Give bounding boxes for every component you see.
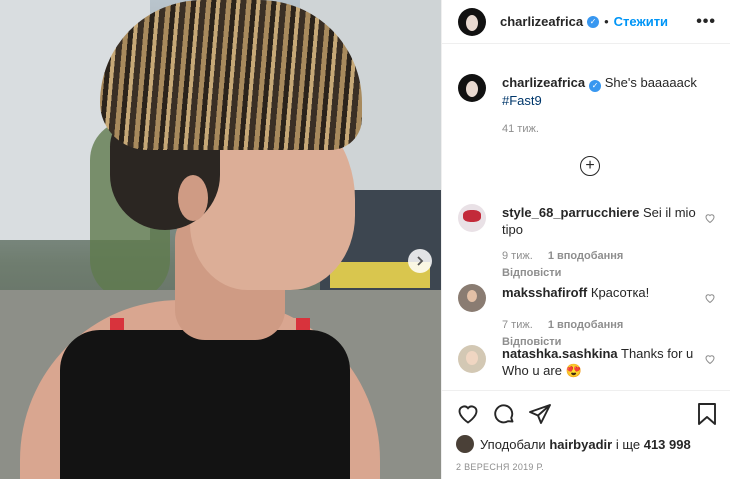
like-heart-icon[interactable] [456,402,480,426]
comment-row: style_68_parrucchiere Sei il mio tipo 9 … [442,204,730,282]
comment-time[interactable]: 9 тиж. [502,250,533,262]
hashtag-link[interactable]: #Fast9 [502,93,542,108]
reply-button[interactable]: Відповісти [502,267,561,279]
caption-body: charlizeafrica ✓ She's baaaaack #Fast9 41… [502,74,702,138]
share-paper-plane-icon[interactable] [528,402,552,426]
comment-username[interactable]: natashka.sashkina [502,346,618,361]
subject-ear [178,175,208,221]
comment-body: maksshafiroff Красотка! 7 тиж. 1 вподоба… [502,284,702,351]
more-options-icon[interactable]: ••• [696,13,716,31]
bookmark-icon[interactable] [696,402,718,426]
post-date[interactable]: 2 ВЕРЕСНЯ 2019 Р. [456,462,718,472]
subject-hair [100,0,362,150]
likes-summary: Уподобали hairbyadir і ще 413 998 [456,435,718,453]
caption-username[interactable]: charlizeafrica [502,75,585,90]
comment-row: maksshafiroff Красотка! 7 тиж. 1 вподоба… [442,284,730,351]
chevron-right-icon [417,256,424,266]
comment-time[interactable]: 7 тиж. [502,319,533,331]
verified-badge-icon: ✓ [589,79,602,92]
post-sidebar: charlizeafrica ✓ • Стежити ••• charlizea… [441,0,730,479]
load-more-comments-button[interactable]: + [580,156,600,176]
action-icons [456,401,718,427]
post-actions: Уподобали hairbyadir і ще 413 998 2 ВЕРЕ… [442,390,730,479]
comments-list: charlizeafrica ✓ She's baaaaack #Fast9 41… [442,44,730,390]
carousel-next-button[interactable] [408,249,432,273]
header-username[interactable]: charlizeafrica [500,14,583,29]
heart-icon[interactable] [704,292,716,304]
comment-username[interactable]: style_68_parrucchiere [502,205,639,220]
subject-tank-top [60,330,350,479]
avatar[interactable] [458,345,486,373]
comment-bubble-icon[interactable] [492,402,516,426]
comment-likes[interactable]: 1 вподобання [548,250,623,262]
avatar[interactable] [458,7,486,36]
comment-likes[interactable]: 1 вподобання [548,319,623,331]
likes-user[interactable]: hairbyadir [549,437,612,452]
heart-icon[interactable] [704,353,716,365]
caption-time[interactable]: 41 тиж. [502,123,539,135]
caption: charlizeafrica ✓ She's baaaaack #Fast9 41… [442,74,730,138]
comment-text: Красотка! [590,285,650,300]
avatar[interactable] [458,284,486,312]
post-image[interactable] [0,0,441,479]
verified-badge-icon: ✓ [587,15,600,28]
avatar[interactable] [458,74,486,102]
post-header: charlizeafrica ✓ • Стежити ••• [442,0,730,44]
separator-dot: • [604,14,609,29]
caption-text: She's baaaaack [604,75,697,90]
comment-row: natashka.sashkina Thanks for u Who u are… [442,345,730,379]
likes-prefix: Уподобали [480,436,546,452]
avatar[interactable] [458,204,486,232]
comment-meta: 9 тиж. 1 вподобання Відповісти [502,248,702,282]
caption-meta: 41 тиж. [502,121,702,138]
avatar[interactable] [456,435,474,453]
comment-body: natashka.sashkina Thanks for u Who u are… [502,345,702,379]
comment-username[interactable]: maksshafiroff [502,285,587,300]
heart-icon[interactable] [704,212,716,224]
likes-count[interactable]: 413 998 [644,437,691,452]
comment-body: style_68_parrucchiere Sei il mio tipo 9 … [502,204,702,282]
follow-button[interactable]: Стежити [614,14,668,29]
likes-middle: і ще [615,436,641,452]
